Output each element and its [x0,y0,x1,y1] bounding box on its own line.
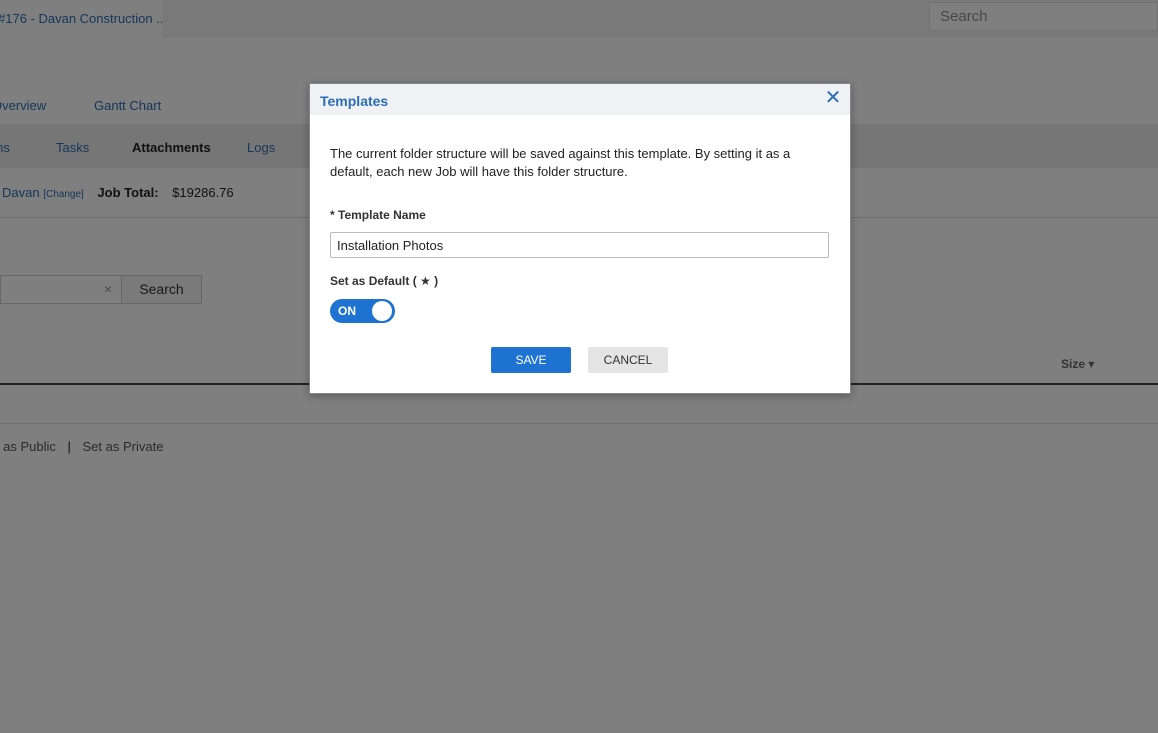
set-default-toggle[interactable]: ON [330,299,395,323]
modal-header: Templates ✕ [310,84,850,115]
close-icon[interactable]: ✕ [824,88,842,108]
template-name-input[interactable] [330,232,829,258]
toggle-knob [372,301,392,321]
set-default-label: Set as Default ( ★ ) [330,274,438,288]
modal-description: The current folder structure will be sav… [330,146,791,179]
template-name-label: * Template Name [330,208,426,222]
toggle-state-label: ON [338,304,356,318]
page: #176 - Davan Construction ... Search Ove… [0,0,1158,733]
cancel-button[interactable]: CANCEL [588,347,668,373]
modal-title: Templates [320,93,389,109]
set-default-label-close: ) [434,274,439,288]
star-icon: ★ [420,274,431,288]
templates-modal: Templates ✕ The current folder structure… [309,83,851,394]
set-default-label-text: Set as Default ( [330,274,417,288]
save-button[interactable]: SAVE [491,347,571,373]
